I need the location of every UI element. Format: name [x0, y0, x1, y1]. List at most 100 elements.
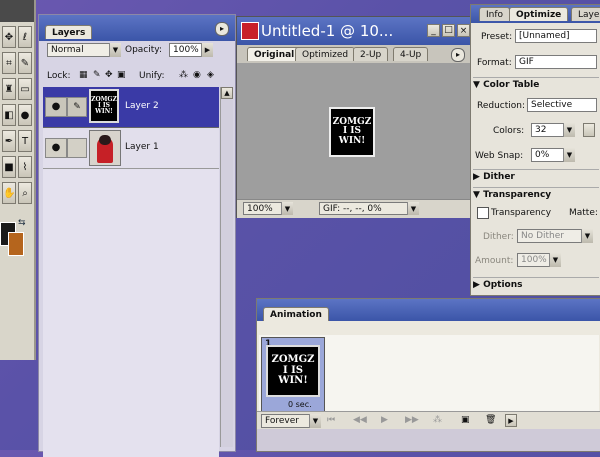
tab-animation[interactable]: Animation	[263, 307, 329, 321]
lock-transparency-icon[interactable]: ▦	[79, 70, 88, 80]
unify-visibility-icon[interactable]: ◉	[193, 70, 201, 80]
layer-name-2[interactable]: Layer 2	[125, 101, 159, 111]
pen-icon[interactable]: ✒	[2, 130, 16, 152]
transparency-checkbox[interactable]	[477, 207, 489, 219]
reduction-select[interactable]: Selective	[527, 98, 597, 112]
tab-layers[interactable]: Layers	[45, 25, 93, 39]
eyedropper-icon[interactable]: ⌇	[18, 156, 32, 178]
status-info-select[interactable]: GIF: --, --, 0% ▼	[319, 202, 419, 215]
eye-icon[interactable]: ●	[45, 97, 67, 117]
tab-optimized[interactable]: Optimized	[295, 47, 356, 61]
options-section[interactable]: ▶ Options	[473, 277, 599, 292]
format-label: Format:	[477, 58, 512, 68]
text-icon[interactable]: T	[18, 130, 32, 152]
animation-frame-1[interactable]: 1 ZOMGZ I IS WIN! 0 sec.	[261, 337, 325, 413]
optimize-panel: Info Optimize Layer Preset: [Unnamed] Fo…	[470, 4, 600, 296]
status-info-value: GIF: --, --, 0%	[319, 202, 419, 215]
tab-optimize[interactable]: Optimize	[509, 7, 569, 21]
frame-thumbnail: ZOMGZ I IS WIN!	[266, 345, 320, 397]
gradient-icon[interactable]: ◧	[2, 104, 16, 126]
dither-section-label: Dither	[483, 172, 515, 182]
unify-position-icon[interactable]: ⁂	[179, 70, 188, 80]
color-table-section[interactable]: ▼ Color Table	[473, 77, 599, 92]
animation-panel-footer	[257, 429, 600, 451]
tab-2-up[interactable]: 2-Up	[353, 47, 389, 61]
chevron-down-icon: ▼	[549, 253, 561, 267]
color-table-lock-icon[interactable]	[583, 123, 595, 137]
maximize-icon[interactable]: □	[442, 24, 455, 37]
lock-position-icon[interactable]: ✥	[105, 70, 113, 80]
swap-colors-icon[interactable]: ⇆	[18, 218, 26, 228]
format-select[interactable]: GIF	[515, 55, 597, 69]
blend-mode-select[interactable]: Normal ▼	[47, 43, 121, 57]
stamp-icon[interactable]: ♜	[2, 78, 16, 100]
layer-row-2[interactable]: ● ✎ ZOMGZ I IS WIN! Layer 2	[43, 87, 219, 128]
lock-all-icon[interactable]: ▣	[117, 70, 126, 80]
tools-palette-header	[0, 0, 34, 22]
colors-input[interactable]: 32 ▼	[531, 123, 575, 137]
thumb-line-3: WIN!	[95, 108, 113, 116]
layer-row-1[interactable]: ● Layer 1	[43, 128, 219, 169]
chevron-down-icon: ▼	[281, 202, 293, 215]
frame-delay[interactable]: 0 sec.	[288, 400, 312, 409]
matte-label: Matte:	[569, 208, 598, 218]
transparency-section[interactable]: ▼ Transparency	[473, 187, 599, 202]
brush-icon[interactable]: ✎	[18, 52, 32, 74]
animation-controls: Forever ▼ ⏮ ◀◀ ▶ ▶▶ ⁂ ▣ 🗑 ▶	[257, 411, 600, 430]
transparency-section-label: Transparency	[483, 190, 552, 200]
opacity-input[interactable]: 100% ▶	[169, 43, 213, 57]
new-frame-icon[interactable]: ▣	[461, 415, 470, 425]
scroll-right-arrow-icon[interactable]: ▶	[505, 414, 517, 427]
crop-icon[interactable]: ⌗	[2, 52, 16, 74]
preset-select[interactable]: [Unnamed]	[515, 29, 597, 43]
delete-frame-icon[interactable]: 🗑	[485, 415, 496, 425]
first-frame-icon[interactable]: ⏮	[327, 415, 335, 425]
opacity-label: Opacity:	[125, 45, 162, 55]
layer-link-box[interactable]	[67, 138, 87, 158]
canvas-area[interactable]: ZOMGZ I IS WIN!	[237, 63, 471, 199]
close-icon[interactable]: ×	[457, 24, 470, 37]
tab-4-up[interactable]: 4-Up	[393, 47, 429, 61]
lock-paint-icon[interactable]: ✎	[93, 70, 101, 80]
options-label: Options	[483, 280, 523, 290]
eye-icon[interactable]: ●	[45, 138, 67, 158]
document-menu-button[interactable]: ▸	[451, 48, 465, 62]
dither-section[interactable]: ▶ Dither	[473, 169, 599, 184]
layers-scrollbar[interactable]: ▲	[220, 87, 233, 447]
previous-frame-icon[interactable]: ◀◀	[353, 415, 367, 425]
eraser-icon[interactable]: ▭	[18, 78, 32, 100]
tab-layer[interactable]: Layer	[571, 7, 600, 21]
frames-area: 1 ZOMGZ I IS WIN! 0 sec.	[259, 335, 599, 413]
tab-info[interactable]: Info	[479, 7, 511, 21]
move-icon[interactable]: ✥	[2, 26, 16, 48]
preset-label: Preset:	[481, 32, 513, 42]
brush-link-icon[interactable]: ✎	[67, 97, 87, 117]
preset-value: [Unnamed]	[515, 29, 597, 43]
play-icon[interactable]: ▶	[381, 415, 388, 425]
zoom-select[interactable]: 100% ▼	[243, 202, 293, 215]
triangle-down-icon: ▼	[473, 190, 480, 200]
minimize-icon[interactable]: _	[427, 24, 440, 37]
lasso-icon[interactable]: ℓ	[18, 26, 32, 48]
unify-style-icon[interactable]: ◈	[207, 70, 214, 80]
panel-menu-button[interactable]: ▸	[215, 22, 229, 36]
layer-name-1[interactable]: Layer 1	[125, 142, 159, 152]
hand-icon[interactable]: ✋	[2, 182, 16, 204]
next-frame-icon[interactable]: ▶▶	[405, 415, 419, 425]
zoom-icon[interactable]: ⌕	[18, 182, 32, 204]
chevron-down-icon: ▼	[581, 229, 593, 243]
tween-icon[interactable]: ⁂	[433, 415, 442, 425]
dither-select[interactable]: No Dither ▼	[517, 229, 593, 243]
layer-thumbnail-2: ZOMGZ I IS WIN!	[89, 89, 119, 123]
background-color-swatch[interactable]	[8, 232, 24, 256]
dodge-icon[interactable]: ●	[18, 104, 32, 126]
triangle-down-icon: ▼	[473, 80, 480, 90]
amount-input[interactable]: 100% ▼	[517, 253, 561, 267]
chevron-down-icon: ▼	[309, 414, 321, 428]
tab-original[interactable]: Original	[247, 47, 302, 61]
frame-line-3: WIN!	[278, 375, 308, 387]
shape-icon[interactable]: ■	[2, 156, 16, 178]
loop-select[interactable]: Forever ▼	[261, 414, 321, 428]
scroll-up-arrow-icon[interactable]: ▲	[221, 87, 233, 99]
web-snap-input[interactable]: 0% ▼	[531, 148, 575, 162]
